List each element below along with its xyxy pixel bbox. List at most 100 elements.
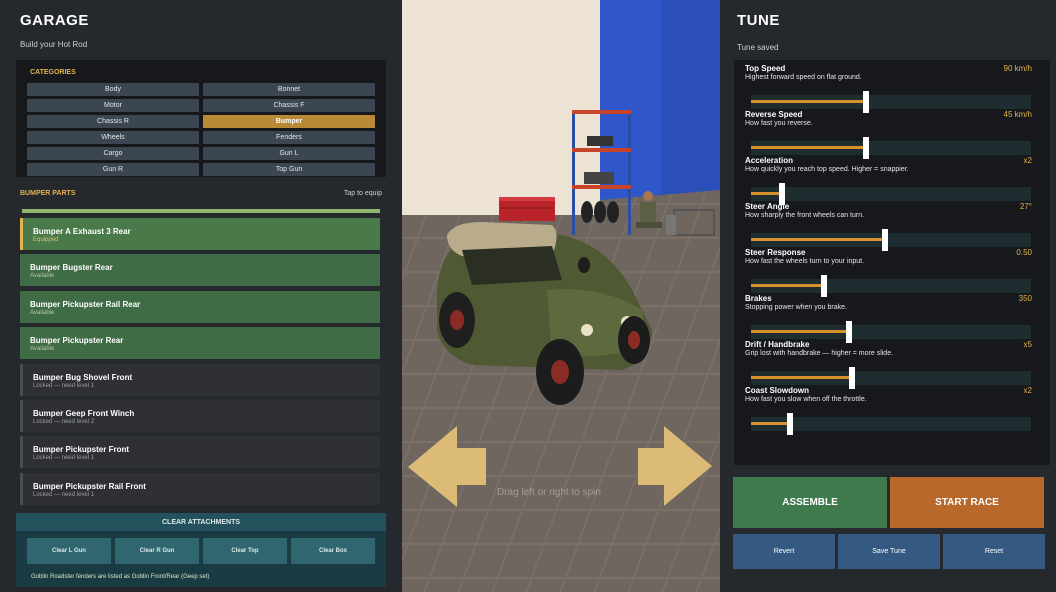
start-race-button[interactable]: START RACE <box>890 477 1044 528</box>
tune-setting-steer-angle: Steer Angle 27° How sharply the front wh… <box>745 202 1032 251</box>
drag-spin-hint: Drag left or right to spin <box>497 487 601 498</box>
setting-name: Acceleration <box>745 156 794 165</box>
tune-panel: TUNE Tune saved Top Speed 90 km/h Highes… <box>720 0 1056 592</box>
slider-fill <box>751 238 885 241</box>
setting-description: How fast you slow when off the throttle. <box>745 396 867 403</box>
slider-track[interactable] <box>751 183 1031 205</box>
setting-value: x2 <box>1023 386 1032 395</box>
clear-l-gun-button[interactable]: Clear L Gun <box>27 538 111 564</box>
slider-track[interactable] <box>751 137 1031 159</box>
slider-fill <box>751 422 790 425</box>
slider-track[interactable] <box>751 321 1031 343</box>
slider-fill <box>751 192 782 195</box>
slider-fill <box>751 146 866 149</box>
setting-value: x2 <box>1023 156 1032 165</box>
category-button-wheels[interactable]: Wheels <box>27 131 199 144</box>
part-name: Bumper Pickupster Rail Rear <box>30 300 141 309</box>
part-name: Bumper Geep Front Winch <box>33 409 135 418</box>
part-status: Available <box>30 273 55 279</box>
part-status: Locked — need level 1 <box>33 492 95 498</box>
part-status: Locked — need level 1 <box>33 455 95 461</box>
setting-value: 90 km/h <box>1003 64 1032 73</box>
part-item[interactable]: Bumper Pickupster Front Locked — need le… <box>20 436 380 468</box>
slider-track[interactable] <box>751 91 1031 113</box>
category-button-chassis-r[interactable]: Chassis R <box>27 115 199 128</box>
categories-grid: Body Bonnet Motor Chassis F Chassis R Bu… <box>27 83 375 176</box>
category-button-top-gun[interactable]: Top Gun <box>203 163 375 176</box>
setting-description: How quickly you reach top speed. Higher … <box>745 166 909 173</box>
setting-name: Steer Response <box>745 248 806 257</box>
part-status: Available <box>30 310 55 316</box>
category-button-gun-l[interactable]: Gun L <box>203 147 375 160</box>
category-button-motor[interactable]: Motor <box>27 99 199 112</box>
category-button-body[interactable]: Body <box>27 83 199 96</box>
setting-description: How fast the wheels turn to your input. <box>745 258 865 265</box>
clear-r-gun-button[interactable]: Clear R Gun <box>115 538 199 564</box>
setting-value: 45 km/h <box>1003 110 1032 119</box>
save-tune-button[interactable]: Save Tune <box>838 534 940 569</box>
part-item[interactable]: Bumper Pickupster Rail Front Locked — ne… <box>20 473 380 505</box>
parts-heading: BUMPER PARTS <box>20 190 76 197</box>
setting-name: Steer Angle <box>745 202 790 211</box>
slider-fill <box>751 284 824 287</box>
slider-track[interactable] <box>751 229 1031 251</box>
part-name: Bumper A Exhaust 3 Rear <box>33 227 131 236</box>
tune-title: TUNE <box>737 12 780 29</box>
setting-name: Drift / Handbrake <box>745 340 810 349</box>
slider-track[interactable] <box>751 275 1031 297</box>
part-item[interactable]: Bumper A Exhaust 3 Rear Equipped <box>20 218 380 250</box>
category-button-cargo[interactable]: Cargo <box>27 147 199 160</box>
part-name: Bumper Pickupster Front <box>33 445 130 454</box>
slider-fill <box>751 376 852 379</box>
tool-cabinet <box>499 197 555 221</box>
clear-box-button[interactable]: Clear Box <box>291 538 375 564</box>
category-button-chassis-f[interactable]: Chassis F <box>203 99 375 112</box>
category-button-gun-r[interactable]: Gun R <box>27 163 199 176</box>
back-wall <box>402 0 600 215</box>
tune-setting-reverse-speed: Reverse Speed 45 km/h How fast you rever… <box>745 110 1032 159</box>
clear-attachments-button[interactable]: CLEAR ATTACHMENTS <box>16 513 386 531</box>
clear-buttons-box: Clear L Gun Clear R Gun Clear Top Clear … <box>16 531 386 587</box>
part-name: Bumper Bugster Rear <box>30 263 113 272</box>
setting-value: x5 <box>1023 340 1032 349</box>
assemble-button[interactable]: ASSEMBLE <box>733 477 887 528</box>
reset-button[interactable]: Reset <box>943 534 1045 569</box>
fenders-note: Goblin Roadster fenders are listed as Go… <box>31 574 210 580</box>
tune-setting-drift-handbrake: Drift / Handbrake x5 Grip lost with hand… <box>745 340 1032 389</box>
setting-value: 350 <box>1018 294 1032 303</box>
part-status: Available <box>30 346 55 352</box>
part-status: Locked — need level 2 <box>33 419 95 425</box>
slider-track[interactable] <box>751 413 1031 435</box>
part-item[interactable]: Bumper Bug Shovel Front Locked — need le… <box>20 364 380 396</box>
part-status: Equipped <box>33 237 59 243</box>
garage-panel: GARAGE Build your Hot Rod CATEGORIES Bod… <box>0 0 402 592</box>
slider-handle[interactable] <box>787 413 793 435</box>
setting-name: Top Speed <box>745 64 786 73</box>
part-name: Bumper Pickupster Rear <box>30 336 124 345</box>
category-button-bonnet[interactable]: Bonnet <box>203 83 375 96</box>
garage-scene <box>402 0 720 592</box>
part-item[interactable]: Bumper Geep Front Winch Locked — need le… <box>20 400 380 432</box>
setting-name: Brakes <box>745 294 772 303</box>
parts-scroll-indicator <box>22 209 380 213</box>
category-button-fenders[interactable]: Fenders <box>203 131 375 144</box>
setting-value: 27° <box>1019 202 1032 211</box>
revert-button[interactable]: Revert <box>733 534 835 569</box>
garage-title: GARAGE <box>20 12 89 29</box>
category-button-bumper[interactable]: Bumper <box>203 115 375 128</box>
clear-top-button[interactable]: Clear Top <box>203 538 287 564</box>
part-item[interactable]: Bumper Pickupster Rear Available <box>20 327 380 359</box>
tune-setting-steer-response: Steer Response 0.50 How fast the wheels … <box>745 248 1032 297</box>
part-item[interactable]: Bumper Bugster Rear Available <box>20 254 380 286</box>
slider-track[interactable] <box>751 367 1031 389</box>
part-status: Locked — need level 1 <box>33 383 95 389</box>
vehicle-viewport[interactable]: Drag left or right to spin <box>402 0 720 592</box>
garage-subtitle: Build your Hot Rod <box>20 40 88 49</box>
tune-status: Tune saved <box>737 43 779 52</box>
setting-name: Reverse Speed <box>745 110 803 119</box>
categories-heading: CATEGORIES <box>30 69 76 76</box>
part-item[interactable]: Bumper Pickupster Rail Rear Available <box>20 291 380 323</box>
slider-fill <box>751 100 866 103</box>
setting-description: Grip lost with handbrake — higher = more… <box>745 350 894 357</box>
tune-settings-box: Top Speed 90 km/h Highest forward speed … <box>734 60 1050 465</box>
